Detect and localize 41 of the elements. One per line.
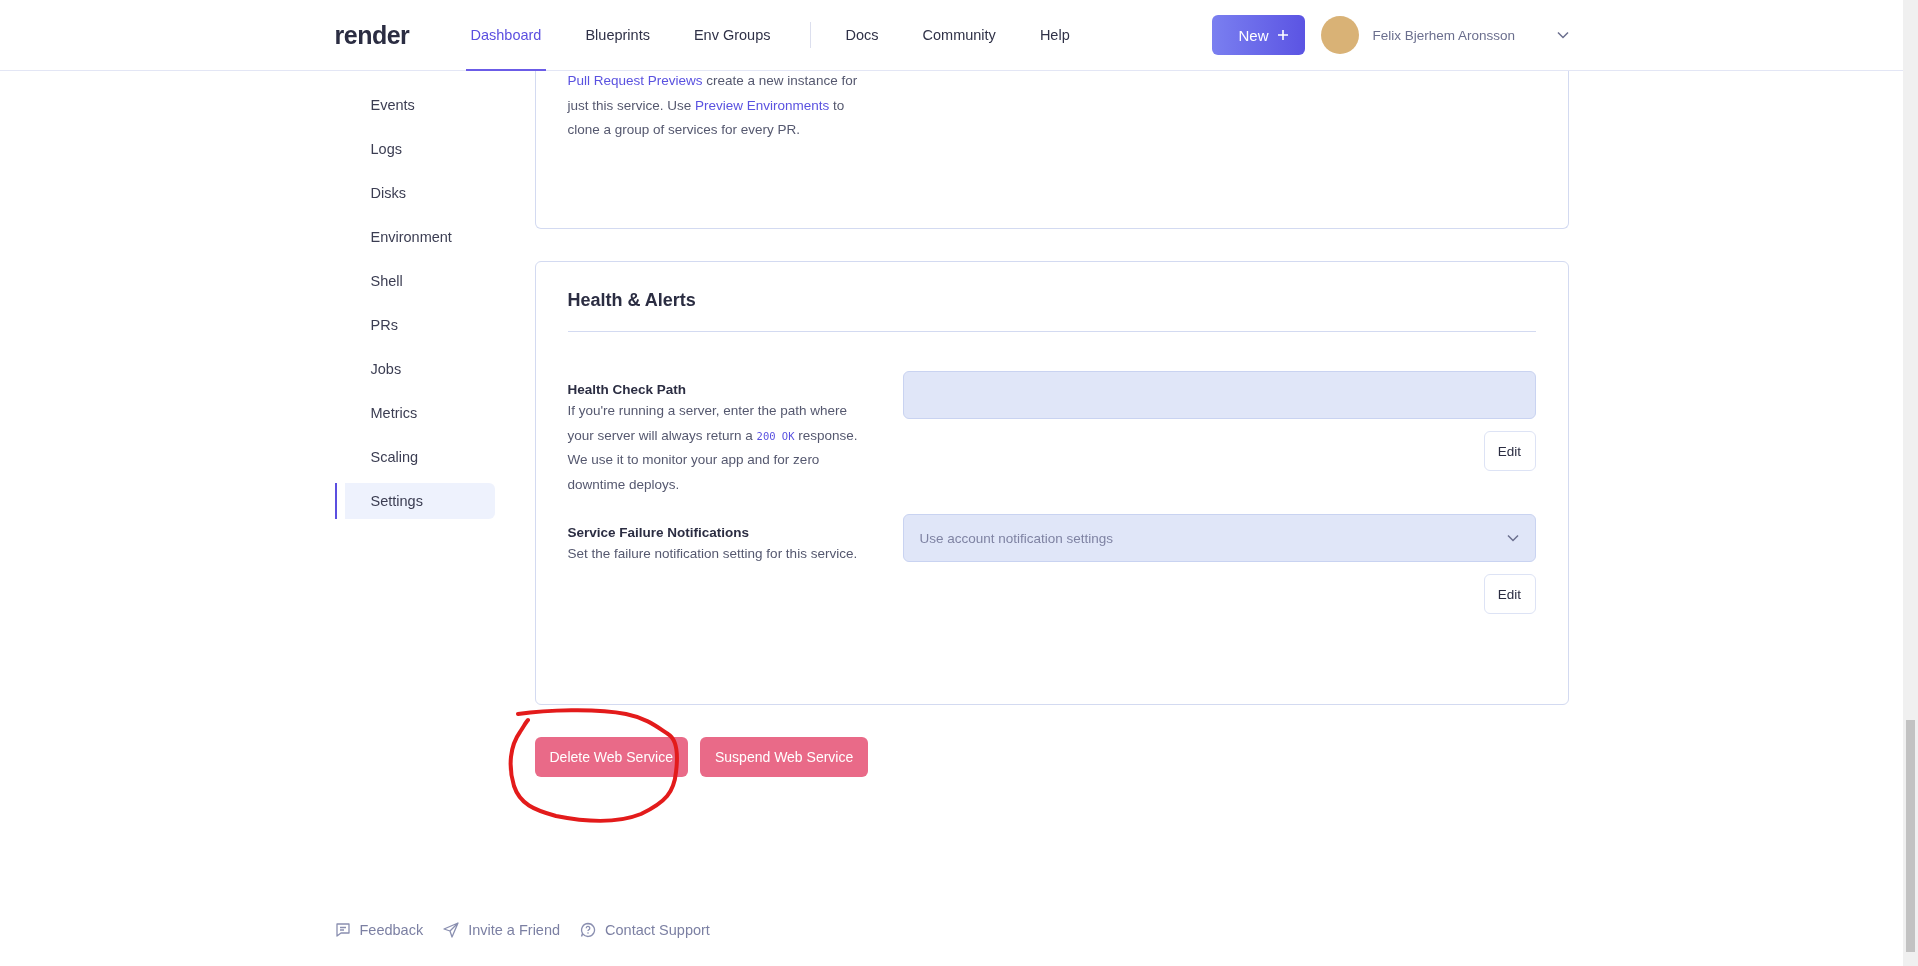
question-bubble-icon — [580, 922, 597, 938]
scrollbar-thumb[interactable] — [1906, 720, 1915, 952]
paper-plane-icon — [443, 922, 460, 938]
input-field[interactable] — [902, 371, 1536, 419]
edit-button[interactable]: Edit — [1483, 574, 1536, 614]
speech-bubble-icon — [334, 922, 351, 938]
sidebar-item[interactable]: Environment — [344, 219, 495, 255]
sidebar-item[interactable]: PRs — [344, 307, 495, 343]
footer-link[interactable]: Invite a Friend — [468, 922, 561, 938]
nav-link[interactable]: Help — [1034, 1, 1075, 71]
logo[interactable]: render — [334, 20, 466, 50]
chevron-down-icon — [1556, 31, 1569, 39]
sidebar-item[interactable]: Jobs — [344, 351, 495, 387]
new-button[interactable]: New — [1212, 15, 1305, 55]
edit-button[interactable]: Edit — [1483, 431, 1536, 471]
setting-label: Health Check Path — [567, 382, 688, 397]
setting-label: Service Failure Notifications — [567, 525, 751, 540]
nav-link[interactable]: Env Groups — [688, 1, 776, 71]
sidebar-item[interactable]: Scaling — [344, 439, 495, 475]
footer-link[interactable]: Contact Support — [605, 922, 710, 938]
sidebar-item[interactable]: Settings — [334, 483, 495, 519]
description-text: Pull Request Previews create a new instance for just this service. Use Preview Environments to clone a group of services for every PR. — [567, 72, 859, 139]
nav-link[interactable]: Blueprints — [580, 1, 655, 71]
setting-description: If you're running a server, enter the path where your server will always return a 200 OK response. We use it to monitor your app and for zero downtime deploys. — [567, 402, 859, 494]
sidebar-item[interactable]: Logs — [344, 131, 495, 167]
sidebar-item[interactable]: Events — [344, 87, 495, 123]
section-title: Health & Alerts — [567, 290, 697, 311]
chevron-down-icon — [1506, 534, 1519, 542]
nav-link[interactable]: Dashboard — [465, 1, 547, 71]
user-name: Felix Bjerhem Aronsson — [1372, 27, 1517, 43]
nav-link[interactable]: Docs — [840, 1, 884, 71]
text-link[interactable]: Pull Request Previews — [567, 73, 703, 88]
setting-description: Set the failure notification setting for this service. — [567, 545, 859, 563]
footer-link[interactable]: Feedback — [359, 922, 424, 938]
sidebar-item[interactable]: Metrics — [344, 395, 495, 431]
avatar[interactable] — [1320, 16, 1359, 54]
nav-link[interactable]: Community — [917, 1, 1001, 71]
plus-icon — [1276, 29, 1289, 41]
text-link[interactable]: Preview Environments — [695, 97, 830, 113]
sidebar-item[interactable]: Disks — [344, 175, 495, 211]
sidebar-item[interactable]: Shell — [344, 263, 495, 299]
